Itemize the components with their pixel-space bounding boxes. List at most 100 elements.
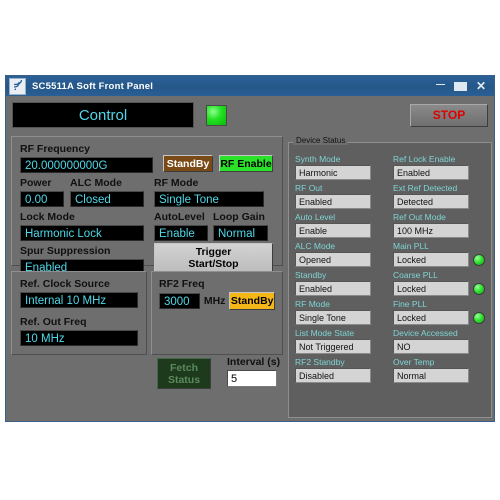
- status-value: Locked: [393, 252, 469, 267]
- status-label: Over Temp: [393, 357, 435, 367]
- maximize-icon[interactable]: [453, 81, 467, 91]
- status-label: Standby: [295, 270, 327, 280]
- status-label: Ext Ref Detected: [393, 183, 458, 193]
- status-row: Disabled: [295, 368, 387, 383]
- status-label: Device Accessed: [393, 328, 458, 338]
- control-title-display: Control: [12, 102, 194, 128]
- status-led-placeholder: [375, 312, 387, 324]
- status-label: RF Out: [295, 183, 323, 193]
- power-label: Power: [20, 177, 52, 189]
- status-led-placeholder: [375, 167, 387, 179]
- lock-mode-select[interactable]: Harmonic Lock: [20, 225, 144, 241]
- status-label: ALC Mode: [295, 241, 336, 251]
- status-led-placeholder: [375, 225, 387, 237]
- signal-icon: [9, 77, 26, 95]
- rf2-freq-unit: MHz: [203, 295, 226, 307]
- status-row: Enabled: [393, 165, 485, 180]
- status-value: Enabled: [295, 194, 371, 209]
- trigger-button-line2: Start/Stop: [188, 257, 239, 270]
- status-value: Enabled: [393, 165, 469, 180]
- status-value: Locked: [393, 281, 469, 296]
- status-label: Ref Lock Enable: [393, 154, 456, 164]
- status-led: [473, 311, 485, 324]
- stop-button[interactable]: STOP: [410, 103, 488, 127]
- status-led-placeholder: [473, 370, 485, 382]
- loop-gain-select[interactable]: Normal: [213, 225, 268, 241]
- status-value: Not Triggered: [295, 339, 371, 354]
- status-led-placeholder: [473, 167, 485, 179]
- window-controls: ✕: [435, 80, 492, 92]
- ref-clock-source-select[interactable]: Internal 10 MHz: [20, 292, 138, 308]
- interval-input[interactable]: 5: [227, 370, 277, 387]
- status-led-placeholder: [375, 283, 387, 295]
- status-row: Single Tone: [295, 310, 387, 325]
- rf2-panel: RF2 Freq 3000 MHz StandBy: [151, 271, 283, 355]
- alc-mode-select[interactable]: Closed: [70, 191, 144, 207]
- status-row: Locked: [393, 252, 485, 267]
- main-settings-panel: RF Frequency 20.000000000G StandBy RF En…: [11, 136, 283, 275]
- status-value: Locked: [393, 310, 469, 325]
- standby-button[interactable]: StandBy: [163, 155, 213, 172]
- status-led: [473, 282, 485, 295]
- status-led-placeholder: [473, 225, 485, 237]
- fetch-status-button[interactable]: Fetch Status: [157, 358, 211, 389]
- status-row: Detected: [393, 194, 485, 209]
- power-led: [206, 104, 227, 126]
- status-row: Opened: [295, 252, 387, 267]
- trigger-start-stop-button[interactable]: Trigger Start/Stop: [154, 243, 273, 272]
- loop-gain-label: Loop Gain: [213, 211, 265, 223]
- rf-mode-select[interactable]: Single Tone: [154, 191, 264, 207]
- spur-suppression-label: Spur Suppression: [20, 245, 111, 257]
- status-row: Harmonic: [295, 165, 387, 180]
- right-column: Device Status Synth Mode Harmonic RF Out En…: [288, 134, 492, 418]
- status-value: Opened: [295, 252, 371, 267]
- alc-mode-label: ALC Mode: [70, 177, 122, 189]
- status-led-placeholder: [473, 196, 485, 208]
- status-label: RF2 Standby: [295, 357, 345, 367]
- status-label: Auto Level: [295, 212, 336, 222]
- status-value: Single Tone: [295, 310, 371, 325]
- status-label: Ref Out Mode: [393, 212, 446, 222]
- rf2-freq-label: RF2 Freq: [159, 278, 205, 290]
- status-row: NO: [393, 339, 485, 354]
- fetch-button-line2: Status: [167, 373, 201, 386]
- device-status-panel: Device Status Synth Mode Harmonic RF Out En…: [288, 136, 492, 418]
- status-row: Locked: [393, 310, 485, 325]
- power-input[interactable]: 0.00: [20, 191, 64, 207]
- device-status-right-column: Ref Lock Enable Enabled Ext Ref Detected De…: [393, 151, 485, 383]
- ref-clock-source-label: Ref. Clock Source: [20, 278, 110, 290]
- autolevel-select[interactable]: Enable: [154, 225, 208, 241]
- title-bar: SC5511A Soft Front Panel ✕: [6, 76, 494, 96]
- status-led-placeholder: [375, 196, 387, 208]
- body-area: RF Frequency 20.000000000G StandBy RF En…: [6, 130, 494, 421]
- status-led-placeholder: [473, 341, 485, 353]
- rf2-freq-input[interactable]: 3000: [159, 293, 200, 309]
- status-led-placeholder: [375, 370, 387, 382]
- interval-group: Interval (s) 5: [227, 356, 280, 387]
- ref-out-freq-label: Ref. Out Freq: [20, 316, 87, 328]
- ref-out-freq-select[interactable]: 10 MHz: [20, 330, 138, 346]
- rf-enable-button[interactable]: RF Enable: [219, 155, 273, 172]
- lock-mode-label: Lock Mode: [20, 211, 75, 223]
- status-value: Normal: [393, 368, 469, 383]
- status-led: [473, 253, 485, 266]
- device-status-left-column: Synth Mode Harmonic RF Out Enabled Auto Leve…: [295, 151, 387, 383]
- status-led-placeholder: [375, 341, 387, 353]
- status-label: List Mode State: [295, 328, 355, 338]
- rf2-standby-button[interactable]: StandBy: [229, 292, 275, 310]
- status-label: Fine PLL: [393, 299, 428, 309]
- device-status-columns: Synth Mode Harmonic RF Out Enabled Auto Leve…: [289, 143, 491, 383]
- close-icon[interactable]: ✕: [476, 80, 486, 92]
- autolevel-label: AutoLevel: [154, 211, 205, 223]
- status-row: Not Triggered: [295, 339, 387, 354]
- window-title: SC5511A Soft Front Panel: [32, 80, 154, 92]
- ref-clock-panel: Ref. Clock Source Internal 10 MHz Ref. O…: [11, 271, 147, 355]
- status-value: Harmonic: [295, 165, 371, 180]
- trigger-button-line1: Trigger: [195, 245, 232, 258]
- interval-label: Interval (s): [227, 356, 281, 368]
- rf-frequency-input[interactable]: 20.000000000G: [20, 157, 153, 173]
- status-row: 100 MHz: [393, 223, 485, 238]
- status-row: Enabled: [295, 194, 387, 209]
- status-label: Synth Mode: [295, 154, 341, 164]
- minimize-icon[interactable]: [435, 84, 445, 85]
